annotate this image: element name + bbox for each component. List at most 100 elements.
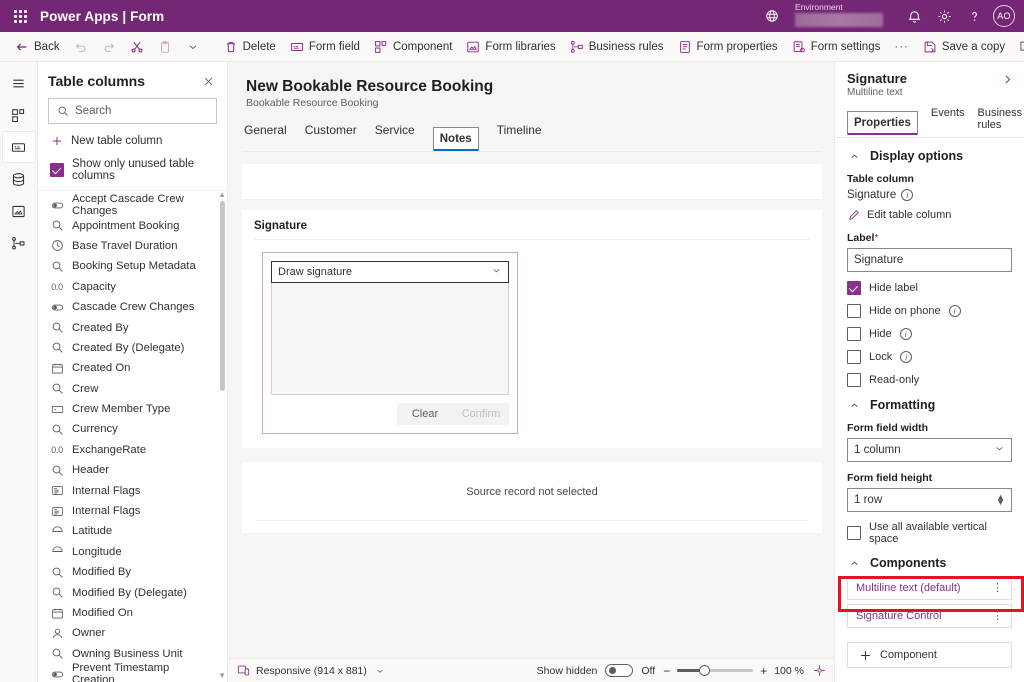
signature-draw-area[interactable] — [271, 283, 509, 395]
edit-table-column-link[interactable]: Edit table column — [847, 208, 1012, 222]
formatting-section-header[interactable]: Formatting — [847, 398, 1012, 412]
info-icon[interactable]: i — [900, 328, 912, 340]
table-column-item[interactable]: 0.0ExchangeRate — [38, 440, 227, 460]
table-column-item[interactable]: Base Travel Duration — [38, 236, 227, 256]
avatar[interactable]: AO — [993, 5, 1015, 27]
table-column-item[interactable]: Accept Cascade Crew Changes — [38, 195, 227, 215]
timeline-card[interactable]: Source record not selected — [242, 462, 822, 533]
components-icon[interactable] — [3, 100, 35, 130]
save-a-copy-button[interactable]: Save a copy — [916, 34, 1012, 60]
checkbox-hide[interactable]: Hidei — [847, 327, 1012, 341]
close-icon[interactable] — [199, 72, 217, 90]
component-item[interactable]: Signature Control⋮ — [847, 604, 1012, 628]
table-column-item[interactable]: Owning Business Unit — [38, 644, 227, 664]
table-columns-list[interactable]: Accept Cascade Crew ChangesAppointment B… — [38, 190, 227, 682]
media-icon[interactable] — [3, 196, 35, 226]
table-column-item[interactable]: Modified By (Delegate) — [38, 582, 227, 602]
properties-tab-business-rules[interactable]: Business rules — [978, 107, 1023, 137]
info-icon[interactable]: i — [949, 305, 961, 317]
show-hidden-toggle[interactable] — [605, 664, 633, 677]
form-field-width-select[interactable]: 1 column — [847, 438, 1012, 462]
form-properties-button[interactable]: Form properties — [671, 34, 785, 60]
table-column-item[interactable]: Created By — [38, 317, 227, 337]
form-header-strip[interactable] — [242, 164, 822, 200]
table-column-item[interactable]: Modified By — [38, 562, 227, 582]
app-launcher-icon[interactable] — [0, 10, 40, 23]
table-column-item[interactable]: Crew — [38, 379, 227, 399]
form-field-height-stepper[interactable]: 1 row ▲▼ — [847, 488, 1012, 512]
environment-selector[interactable]: Environment — [787, 0, 893, 32]
form-field-icon[interactable] — [3, 132, 35, 162]
table-column-item[interactable]: Longitude — [38, 542, 227, 562]
paste-button[interactable] — [151, 34, 179, 60]
table-column-item[interactable]: Cascade Crew Changes — [38, 297, 227, 317]
info-icon[interactable]: i — [900, 351, 912, 363]
add-component-button[interactable]: Component — [847, 642, 1012, 668]
scroll-up-arrow[interactable]: ▲ — [218, 190, 226, 199]
form-settings-button[interactable]: Form settings — [785, 34, 888, 60]
business-rules-icon[interactable] — [3, 228, 35, 258]
table-column-item[interactable]: Internal Flags — [38, 480, 227, 500]
form-tab-service[interactable]: Service — [375, 123, 415, 151]
label-input[interactable] — [854, 254, 1005, 266]
columns-scrollbar[interactable] — [220, 197, 225, 666]
chevron-right-icon[interactable] — [1001, 71, 1014, 89]
zoom-in-button[interactable]: + — [760, 664, 767, 678]
form-tab-timeline[interactable]: Timeline — [497, 123, 542, 151]
redo-button[interactable] — [95, 34, 123, 60]
form-tab-general[interactable]: General — [244, 123, 287, 151]
component-button[interactable]: Component — [367, 34, 459, 60]
search-input[interactable] — [75, 105, 229, 117]
table-column-item[interactable]: Modified On — [38, 603, 227, 623]
signature-control[interactable]: Draw signature Clear Confirm — [262, 252, 518, 434]
form-field-button[interactable]: Form field — [283, 34, 367, 60]
table-column-item[interactable]: Prevent Timestamp Creation — [38, 664, 227, 682]
table-column-item[interactable]: Created By (Delegate) — [38, 338, 227, 358]
data-icon[interactable] — [3, 164, 35, 194]
table-column-item[interactable]: Internal Flags — [38, 501, 227, 521]
info-icon[interactable]: i — [901, 189, 913, 201]
table-column-item[interactable]: Latitude — [38, 521, 227, 541]
checkbox-read-only[interactable]: Read-only — [847, 373, 1012, 387]
more-vertical-icon[interactable]: ⋮ — [990, 584, 1005, 592]
undo-button[interactable] — [67, 34, 95, 60]
form-tab-notes[interactable]: Notes — [433, 127, 479, 151]
save-and-publish-button[interactable]: Save and publish — [1012, 34, 1024, 60]
clipboard-more-button[interactable] — [179, 34, 207, 60]
component-item[interactable]: Multiline text (default)⋮ — [847, 576, 1012, 600]
gear-icon[interactable] — [929, 0, 959, 32]
table-column-item[interactable]: Crew Member Type — [38, 399, 227, 419]
form-canvas[interactable]: New Bookable Resource Booking Bookable R… — [228, 62, 834, 658]
signature-mode-select[interactable]: Draw signature — [271, 261, 509, 283]
responsive-selector[interactable]: Responsive (914 x 881) — [236, 664, 387, 678]
form-libraries-button[interactable]: Form libraries — [459, 34, 562, 60]
checkbox-hide-label[interactable]: Hide label — [847, 281, 1012, 295]
back-button[interactable]: Back — [8, 34, 67, 60]
signature-clear-button[interactable]: Clear — [397, 403, 453, 425]
question-icon[interactable] — [959, 0, 989, 32]
checkbox-hide-on-phone[interactable]: Hide on phonei — [847, 304, 1012, 318]
business-rules-button[interactable]: Business rules — [563, 34, 671, 60]
properties-tab-events[interactable]: Events — [931, 107, 965, 137]
table-column-item[interactable]: 0.0Capacity — [38, 277, 227, 297]
vertical-space-checkbox[interactable]: Use all available vertical space — [847, 521, 1012, 545]
menu-icon[interactable] — [3, 68, 35, 98]
table-column-item[interactable]: Booking Setup Metadata — [38, 256, 227, 276]
table-column-item[interactable]: Owner — [38, 623, 227, 643]
components-section-header[interactable]: Components — [847, 556, 1012, 570]
properties-tab-properties[interactable]: Properties — [847, 111, 918, 135]
scroll-down-arrow[interactable]: ▼ — [218, 671, 226, 680]
form-tab-customer[interactable]: Customer — [305, 123, 357, 151]
table-column-item[interactable]: Currency — [38, 419, 227, 439]
zoom-slider[interactable] — [677, 669, 753, 672]
cut-button[interactable] — [123, 34, 151, 60]
search-box[interactable] — [48, 98, 217, 124]
table-column-item[interactable]: Created On — [38, 358, 227, 378]
signature-section-card[interactable]: Signature Draw signature Clear Confirm — [242, 210, 822, 448]
display-options-section-header[interactable]: Display options — [847, 149, 1012, 163]
checkbox-lock[interactable]: Locki — [847, 350, 1012, 364]
table-column-item[interactable]: Header — [38, 460, 227, 480]
more-vertical-icon[interactable]: ⋮ — [990, 612, 1005, 620]
delete-button[interactable]: Delete — [217, 34, 283, 60]
new-table-column-button[interactable]: New table column — [38, 124, 227, 156]
